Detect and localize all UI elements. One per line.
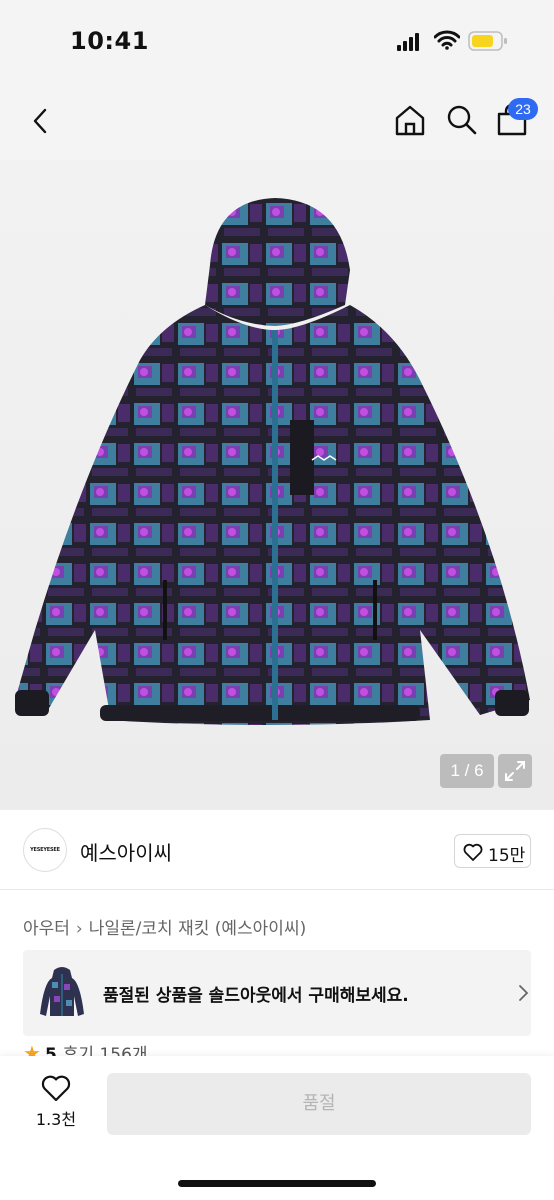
soldout-button[interactable]: 품절: [107, 1073, 531, 1135]
breadcrumb-subcategory[interactable]: 나일론/코치 재킷 (예스아이씨): [89, 914, 306, 939]
soldout-banner[interactable]: 품절된 상품을 솔드아웃에서 구매해보세요.: [23, 950, 531, 1036]
cellular-signal-icon: [397, 33, 423, 51]
product-image[interactable]: 1 / 6: [0, 160, 554, 810]
home-indicator: [178, 1180, 376, 1187]
top-nav: 23: [0, 84, 554, 160]
heart-icon: [463, 843, 483, 861]
brand-name[interactable]: 예스아이씨: [80, 837, 172, 866]
wishlist-count: 1.3천: [35, 1110, 77, 1129]
chevron-right-icon: [517, 984, 529, 1002]
cart-count-badge: 23: [508, 98, 538, 120]
back-icon[interactable]: [26, 106, 56, 136]
banner-product-thumbnail: [38, 964, 86, 1020]
expand-icon[interactable]: [498, 754, 532, 788]
wifi-icon: [433, 30, 461, 50]
image-page-indicator: 1 / 6: [440, 754, 494, 788]
breadcrumb: 아우터 › 나일론/코치 재킷 (예스아이씨): [23, 914, 306, 939]
home-icon[interactable]: [392, 102, 428, 138]
wishlist-button[interactable]: 1.3천: [26, 1074, 86, 1134]
brand-logo[interactable]: YESEYESEE: [23, 828, 67, 872]
bottom-action-bar: 1.3천 품절: [0, 1056, 554, 1200]
status-time: 10:41: [70, 27, 149, 55]
brand-row: YESEYESEE 예스아이씨 15만: [0, 810, 554, 890]
brand-like-count: 15만: [488, 846, 526, 866]
battery-icon: [468, 30, 508, 52]
heart-icon: [41, 1075, 71, 1102]
banner-text: 품절된 상품을 솔드아웃에서 구매해보세요.: [103, 986, 409, 1006]
breadcrumb-category[interactable]: 아우터: [23, 914, 70, 939]
brand-like-button[interactable]: 15만: [454, 834, 531, 868]
status-bar: 10:41: [0, 0, 554, 84]
chevron-right-icon: ›: [75, 919, 83, 939]
search-icon[interactable]: [444, 102, 480, 138]
